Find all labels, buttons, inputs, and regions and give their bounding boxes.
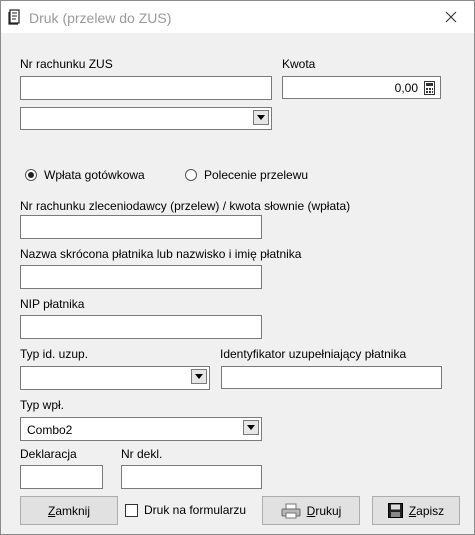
zamknij-accel: Z — [47, 503, 56, 518]
deklaracja-label: Deklaracja — [20, 447, 77, 461]
nazwa-platnika-input[interactable] — [21, 266, 261, 288]
typ-wpl-value: Combo2 — [27, 423, 73, 437]
typ-wpl-label: Typ wpł. — [20, 398, 65, 412]
close-button[interactable] — [428, 1, 474, 33]
calculator-icon[interactable] — [424, 81, 435, 95]
chevron-down-icon — [257, 115, 265, 120]
deklaracja-input[interactable] — [21, 466, 102, 488]
zus-account-combo[interactable] — [20, 107, 272, 130]
floppy-disk-icon — [387, 503, 403, 518]
kwota-value: 0,00 — [394, 81, 418, 95]
nr-rachunku-zleceniodawcy-field[interactable] — [20, 215, 262, 239]
druk-na-formularzu-label[interactable]: Druk na formularzu — [144, 503, 246, 517]
identyfikator-uzup-label: Identyfikator uzupełniający płatnika — [220, 347, 407, 361]
kwota-field[interactable]: 0,00 — [282, 76, 441, 99]
identyfikator-uzup-field[interactable] — [221, 366, 442, 389]
nazwa-platnika-field[interactable] — [20, 265, 262, 289]
druk-na-formularzu-checkbox[interactable] — [125, 504, 138, 517]
drukuj-accel: D — [306, 503, 316, 518]
nip-platnika-input[interactable] — [21, 316, 261, 338]
close-icon — [445, 11, 457, 23]
nr-rachunku-zus-input[interactable] — [21, 77, 271, 99]
typ-id-uzup-combo[interactable] — [20, 366, 210, 390]
chevron-down-icon — [195, 374, 203, 379]
radio-selected-dot — [28, 172, 34, 178]
chevron-down-icon — [247, 425, 255, 430]
printer-doc-icon — [8, 9, 20, 25]
nr-dekl-field[interactable] — [121, 465, 262, 489]
nip-platnika-field[interactable] — [20, 315, 262, 339]
kwota-label: Kwota — [282, 57, 316, 71]
zapisz-accel: Z — [408, 503, 417, 518]
polecenie-przelewu-radio[interactable] — [185, 169, 197, 181]
identyfikator-uzup-input[interactable] — [222, 367, 441, 388]
zamknij-button[interactable]: Zamknij — [20, 496, 118, 525]
zus-account-combo-button[interactable] — [253, 110, 269, 125]
nip-platnika-label: NIP płatnika — [20, 297, 85, 311]
zapisz-button[interactable]: Zapisz — [372, 496, 460, 525]
drukuj-label: rukuj — [315, 503, 342, 518]
typ-id-uzup-combo-button[interactable] — [191, 369, 207, 384]
window-title: Druk (przelew do ZUS) — [29, 10, 172, 26]
polecenie-przelewu-label[interactable]: Polecenie przelewu — [204, 168, 308, 182]
typ-id-uzup-label: Typ id. uzup. — [20, 347, 89, 361]
typ-wpl-combo-button[interactable] — [243, 420, 259, 435]
dialog-window: Druk (przelew do ZUS) Nr rachunku ZUS Kw… — [0, 0, 475, 535]
nr-rachunku-zus-field[interactable] — [20, 76, 272, 100]
wplata-gotowkowa-label[interactable]: Wpłata gotówkowa — [44, 168, 145, 182]
nr-dekl-input[interactable] — [122, 466, 261, 488]
nr-rachunku-zleceniodawcy-input[interactable] — [21, 216, 261, 238]
title-bar: Druk (przelew do ZUS) — [1, 1, 474, 33]
nr-dekl-label: Nr dekl. — [121, 447, 163, 461]
typ-wpl-combo[interactable]: Combo2 — [20, 417, 262, 441]
drukuj-button[interactable]: Drukuj — [262, 496, 360, 525]
deklaracja-field[interactable] — [20, 465, 103, 489]
zapisz-label: apisz — [416, 503, 445, 518]
nr-rachunku-zus-label: Nr rachunku ZUS — [20, 57, 113, 71]
nazwa-platnika-label: Nazwa skrócona płatnika lub nazwisko i i… — [20, 247, 302, 261]
zamknij-label: amknij — [55, 503, 91, 518]
wplata-gotowkowa-radio[interactable] — [25, 169, 37, 181]
printer-icon — [281, 503, 301, 518]
nr-rachunku-zleceniodawcy-label: Nr rachunku zleceniodawcy (przelew) / kw… — [20, 199, 351, 213]
